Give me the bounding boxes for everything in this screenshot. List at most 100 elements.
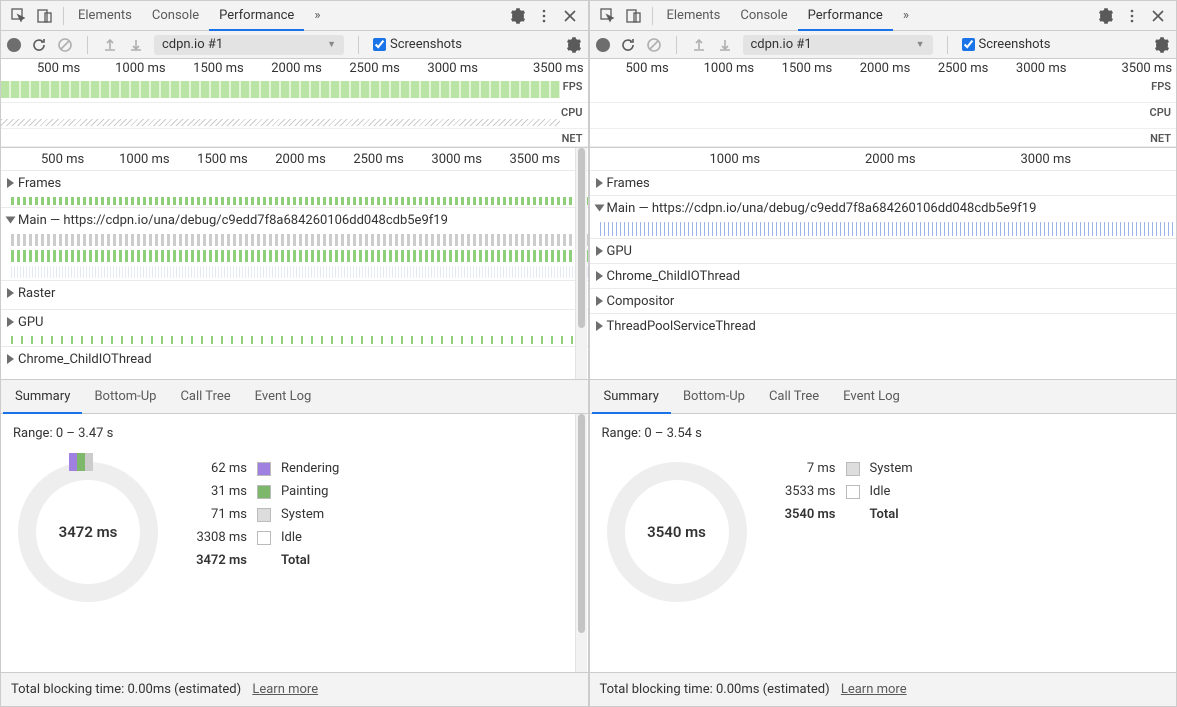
learn-more-link[interactable]: Learn more (841, 682, 907, 697)
devtools-tabbar: Elements Console Performance » (1, 1, 588, 31)
track-child-io[interactable]: Chrome_ChildIOThread (1, 346, 588, 371)
screenshots-label: Screenshots (979, 37, 1051, 52)
device-toggle-icon[interactable] (626, 8, 642, 24)
reload-icon[interactable] (620, 37, 636, 53)
track-threadpool[interactable]: ThreadPoolServiceThread (590, 313, 1177, 338)
legend-ms: 71 ms (177, 507, 247, 522)
flame-ruler: 500 ms1000 ms1500 ms2000 ms2500 ms3000 m… (1, 148, 588, 170)
capture-settings-icon[interactable] (1154, 37, 1170, 53)
target-label: cdpn.io #1 (162, 37, 223, 52)
legend-swatch (846, 462, 860, 476)
kebab-menu-icon[interactable] (536, 8, 552, 24)
cpu-lane: CPU (590, 103, 1177, 129)
upload-icon[interactable] (102, 37, 118, 53)
close-icon[interactable] (562, 8, 578, 24)
inspect-icon[interactable] (600, 8, 616, 24)
track-main[interactable]: Main — https://cdpn.io/una/debug/c9edd7f… (1, 207, 588, 280)
tab-performance[interactable]: Performance (798, 1, 893, 31)
track-raster[interactable]: Raster (1, 280, 588, 309)
subtab-eventlog[interactable]: Event Log (243, 380, 324, 414)
overview-pane[interactable]: 500 ms1000 ms1500 ms2000 ms2500 ms3000 m… (590, 59, 1177, 148)
summary-legend: 7 msSystem3533 msIdle3540 msTotal (766, 461, 913, 607)
upload-icon[interactable] (691, 37, 707, 53)
tab-elements[interactable]: Elements (657, 1, 731, 31)
track-compositor[interactable]: Compositor (590, 288, 1177, 313)
subtab-eventlog[interactable]: Event Log (831, 380, 912, 414)
legend-label: Rendering (281, 461, 339, 476)
track-gpu[interactable]: GPU (1, 309, 588, 346)
overview-ruler: 500 ms1000 ms1500 ms2000 ms2500 ms3000 m… (590, 59, 1177, 77)
subtab-summary[interactable]: Summary (3, 380, 82, 414)
inspect-icon[interactable] (11, 8, 27, 24)
track-frames[interactable]: Frames (590, 170, 1177, 195)
close-icon[interactable] (1150, 8, 1166, 24)
summary-donut: 3472 ms (13, 457, 163, 607)
reload-icon[interactable] (31, 37, 47, 53)
download-icon[interactable] (717, 37, 733, 53)
screenshots-toggle[interactable]: Screenshots (373, 37, 462, 52)
subtab-calltree[interactable]: Call Tree (168, 380, 242, 414)
clear-icon[interactable] (57, 37, 73, 53)
target-selector[interactable]: cdpn.io #1▼ (154, 35, 344, 55)
capture-settings-icon[interactable] (566, 37, 582, 53)
blocking-time-footer: Total blocking time: 0.00ms (estimated) … (590, 672, 1177, 706)
download-icon[interactable] (128, 37, 144, 53)
subtab-calltree[interactable]: Call Tree (757, 380, 831, 414)
legend-ms: 3533 ms (766, 484, 836, 499)
screenshots-toggle[interactable]: Screenshots (962, 37, 1051, 52)
settings-icon[interactable] (510, 8, 526, 24)
flame-chart[interactable]: 1000 ms2000 ms3000 ms Frames Main — http… (590, 148, 1177, 380)
learn-more-link[interactable]: Learn more (252, 682, 318, 697)
blocking-time-footer: Total blocking time: 0.00ms (estimated) … (1, 672, 588, 706)
track-child-io[interactable]: Chrome_ChildIOThread (590, 263, 1177, 288)
subtab-bottomup[interactable]: Bottom-Up (671, 380, 757, 414)
clear-icon[interactable] (646, 37, 662, 53)
range-label: Range: 0 – 3.54 s (602, 426, 1165, 441)
summary-scrollbar[interactable] (575, 414, 587, 672)
legend-label: Idle (281, 530, 302, 545)
tab-console[interactable]: Console (142, 1, 209, 31)
record-button[interactable] (7, 38, 21, 52)
legend-label: System (281, 507, 324, 522)
perf-toolbar: cdpn.io #1▼ Screenshots (590, 31, 1177, 59)
track-gpu[interactable]: GPU (590, 238, 1177, 263)
record-button[interactable] (596, 38, 610, 52)
overview-ruler: 500 ms1000 ms1500 ms2000 ms2500 ms3000 m… (1, 59, 588, 77)
tab-more[interactable]: » (893, 1, 919, 31)
devtools-right-panel: Elements Console Performance » cdpn.io #… (589, 0, 1177, 707)
kebab-menu-icon[interactable] (1124, 8, 1140, 24)
track-frames[interactable]: Frames (1, 170, 588, 207)
legend-label: Painting (281, 484, 328, 499)
target-selector[interactable]: cdpn.io #1▼ (743, 35, 933, 55)
fps-lane: FPS (1, 77, 588, 103)
tab-console[interactable]: Console (730, 1, 797, 31)
settings-icon[interactable] (1098, 8, 1114, 24)
legend-label: System (870, 461, 913, 476)
legend-swatch (257, 531, 271, 545)
devtools-tabbar: Elements Console Performance » (590, 1, 1177, 31)
summary-pane: Range: 0 – 3.47 s 3472 ms 62 msRendering… (1, 414, 588, 706)
tab-elements[interactable]: Elements (68, 1, 142, 31)
overview-pane[interactable]: 500 ms1000 ms1500 ms2000 ms2500 ms3000 m… (1, 59, 588, 148)
flame-ruler: 1000 ms2000 ms3000 ms (590, 148, 1177, 170)
tab-performance[interactable]: Performance (209, 1, 304, 31)
track-main[interactable]: Main — https://cdpn.io/una/debug/c9edd7f… (590, 195, 1177, 238)
legend-ms: 3308 ms (177, 530, 247, 545)
target-label: cdpn.io #1 (751, 37, 812, 52)
flame-chart[interactable]: 500 ms1000 ms1500 ms2000 ms2500 ms3000 m… (1, 148, 588, 380)
devtools-left-panel: Elements Console Performance » cdpn.io #… (0, 0, 589, 707)
subtab-summary[interactable]: Summary (592, 380, 671, 414)
screenshots-label: Screenshots (390, 37, 462, 52)
legend-ms: 62 ms (177, 461, 247, 476)
perf-toolbar: cdpn.io #1▼ Screenshots (1, 31, 588, 59)
summary-legend: 62 msRendering31 msPainting71 msSystem33… (177, 461, 339, 607)
device-toggle-icon[interactable] (37, 8, 53, 24)
legend-swatch (257, 462, 271, 476)
legend-swatch (257, 508, 271, 522)
screenshots-checkbox[interactable] (373, 38, 386, 51)
subtab-bottomup[interactable]: Bottom-Up (82, 380, 168, 414)
tab-more[interactable]: » (304, 1, 330, 31)
flame-scrollbar[interactable] (575, 148, 587, 379)
screenshots-checkbox[interactable] (962, 38, 975, 51)
cpu-lane: CPU (1, 103, 588, 129)
